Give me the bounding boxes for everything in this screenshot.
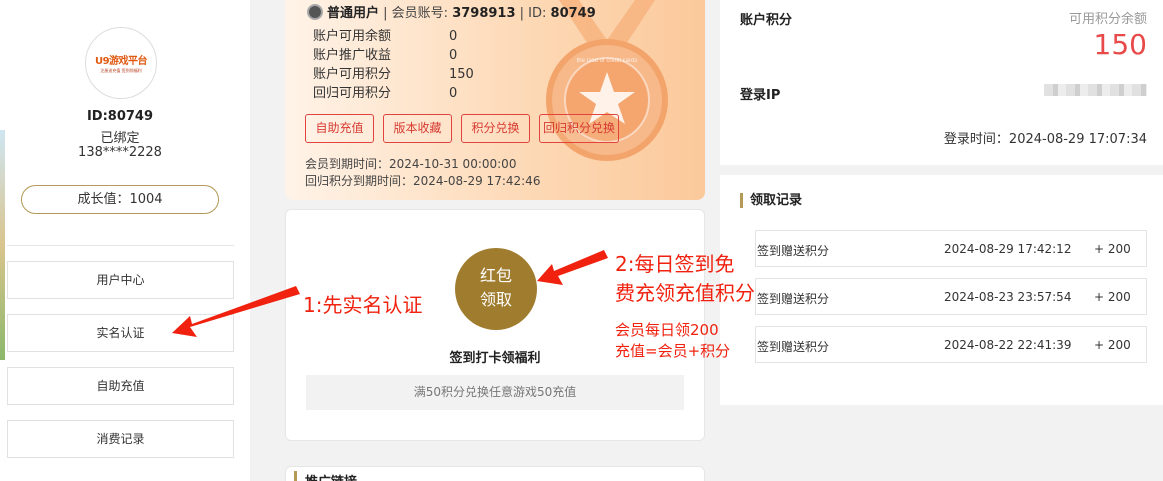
avatar[interactable]: U9游戏平台 注册送充值 签到领福利 [85,27,157,99]
avatar-logo: U9游戏平台 [94,56,148,67]
phone-number: 138****2228 [78,145,162,160]
sign-in-note: 满50积分兑换任意游戏50充值 [306,375,684,410]
self-recharge-button[interactable]: 自助充值 [305,114,374,143]
sidebar: U9游戏平台 注册送充值 签到领福利 ID:80749 已绑定 138****2… [0,0,250,481]
member-expire-date: 会员到期时间：2024-10-31 00:00:00 [305,157,517,171]
return-points-expire-date: 回归积分到期时间：2024-08-29 17:42:46 [305,174,541,188]
promo-link-title: 推广链接 [294,471,357,481]
vip-info-card: the God of credit cards 普通用户 | 会员账号: 379… [285,0,705,200]
stat-promo-income: 账户推广收益 0 [313,48,458,63]
growth-value-badge[interactable]: 成长值：1004 [21,185,219,214]
red-packet-claim-button[interactable]: 红包 领取 [455,248,537,330]
red-packet-label-line2: 领取 [479,290,512,309]
user-type: 普通用户 [327,6,380,21]
annotation-note-line2: 充值=会员+积分 [615,342,731,360]
record-type: 签到赠送积分 [757,244,830,258]
stat-balance: 账户可用余额 0 [313,29,458,44]
record-amount: + 200 [1094,338,1131,352]
available-points-label: 可用积分余额 [1068,12,1147,27]
sidebar-item-self-recharge[interactable]: 自助充值 [7,367,234,405]
user-level-icon [307,4,323,20]
points-exchange-button[interactable]: 积分兑换 [461,114,530,143]
table-row: 签到赠送积分 2024-08-29 17:42:12 + 200 [755,230,1147,267]
id-label: | ID: [515,6,551,21]
table-row: 签到赠送积分 2024-08-22 22:41:39 + 200 [755,326,1147,363]
avatar-logo-sub: 注册送充值 签到领福利 [100,68,142,73]
record-time: 2024-08-23 23:57:54 [944,290,1072,304]
claim-records-card: 领取记录 签到赠送积分 2024-08-29 17:42:12 + 200 签到… [720,175,1163,405]
stat-return-points: 回归可用积分 0 [313,86,458,101]
record-time: 2024-08-29 17:42:12 [944,242,1072,256]
svg-text:the God of credit cards: the God of credit cards [577,58,638,64]
bind-status: 已绑定 [100,131,140,146]
login-ip-redacted [1044,84,1147,96]
vip-id: 80749 [550,6,596,21]
sidebar-item-user-center[interactable]: 用户中心 [7,261,234,299]
sidebar-item-real-name[interactable]: 实名认证 [7,314,234,352]
record-type: 签到赠送积分 [757,340,830,354]
user-id: ID:80749 [86,109,154,124]
medal-icon: the God of credit cards [546,0,668,161]
login-time: 登录时间：2024-08-29 17:07:34 [943,132,1147,147]
table-row: 签到赠送积分 2024-08-23 23:57:54 + 200 [755,278,1147,315]
vip-header: 普通用户 | 会员账号: 3798913 | ID: 80749 [307,2,596,21]
return-points-exchange-button[interactable]: 回归积分兑换 [539,114,619,143]
bookmark-button[interactable]: 版本收藏 [383,114,452,143]
stat-points: 账户可用积分 150 [313,67,474,82]
annotation-step1: 1:先实名认证 [303,293,423,317]
sidebar-background-image [0,130,5,360]
record-time: 2024-08-22 22:41:39 [944,338,1072,352]
annotation-step2-line2: 费充领充值积分 [615,281,755,305]
annotation-note-line1: 会员每日领200 [615,321,719,339]
promo-link-card: 推广链接 [285,466,705,481]
annotation-step2-line1: 2:每日签到免 [615,252,735,276]
record-amount: + 200 [1094,290,1131,304]
login-ip-label: 登录IP [740,88,781,103]
red-packet-label-line1: 红包 [479,266,512,285]
account-card: 账户积分 可用积分余额 150 登录IP 登录时间：2024-08-29 17:… [720,0,1163,165]
sidebar-item-consume-records[interactable]: 消费记录 [7,420,234,458]
record-amount: + 200 [1094,242,1131,256]
claim-records-title: 领取记录 [740,193,802,208]
account-number: 3798913 [452,6,516,21]
account-points-label: 账户积分 [740,13,793,28]
record-type: 签到赠送积分 [757,292,830,306]
available-points-value: 150 [1093,28,1147,61]
sidebar-divider [7,245,234,246]
account-label: | 会员账号: [379,6,453,21]
